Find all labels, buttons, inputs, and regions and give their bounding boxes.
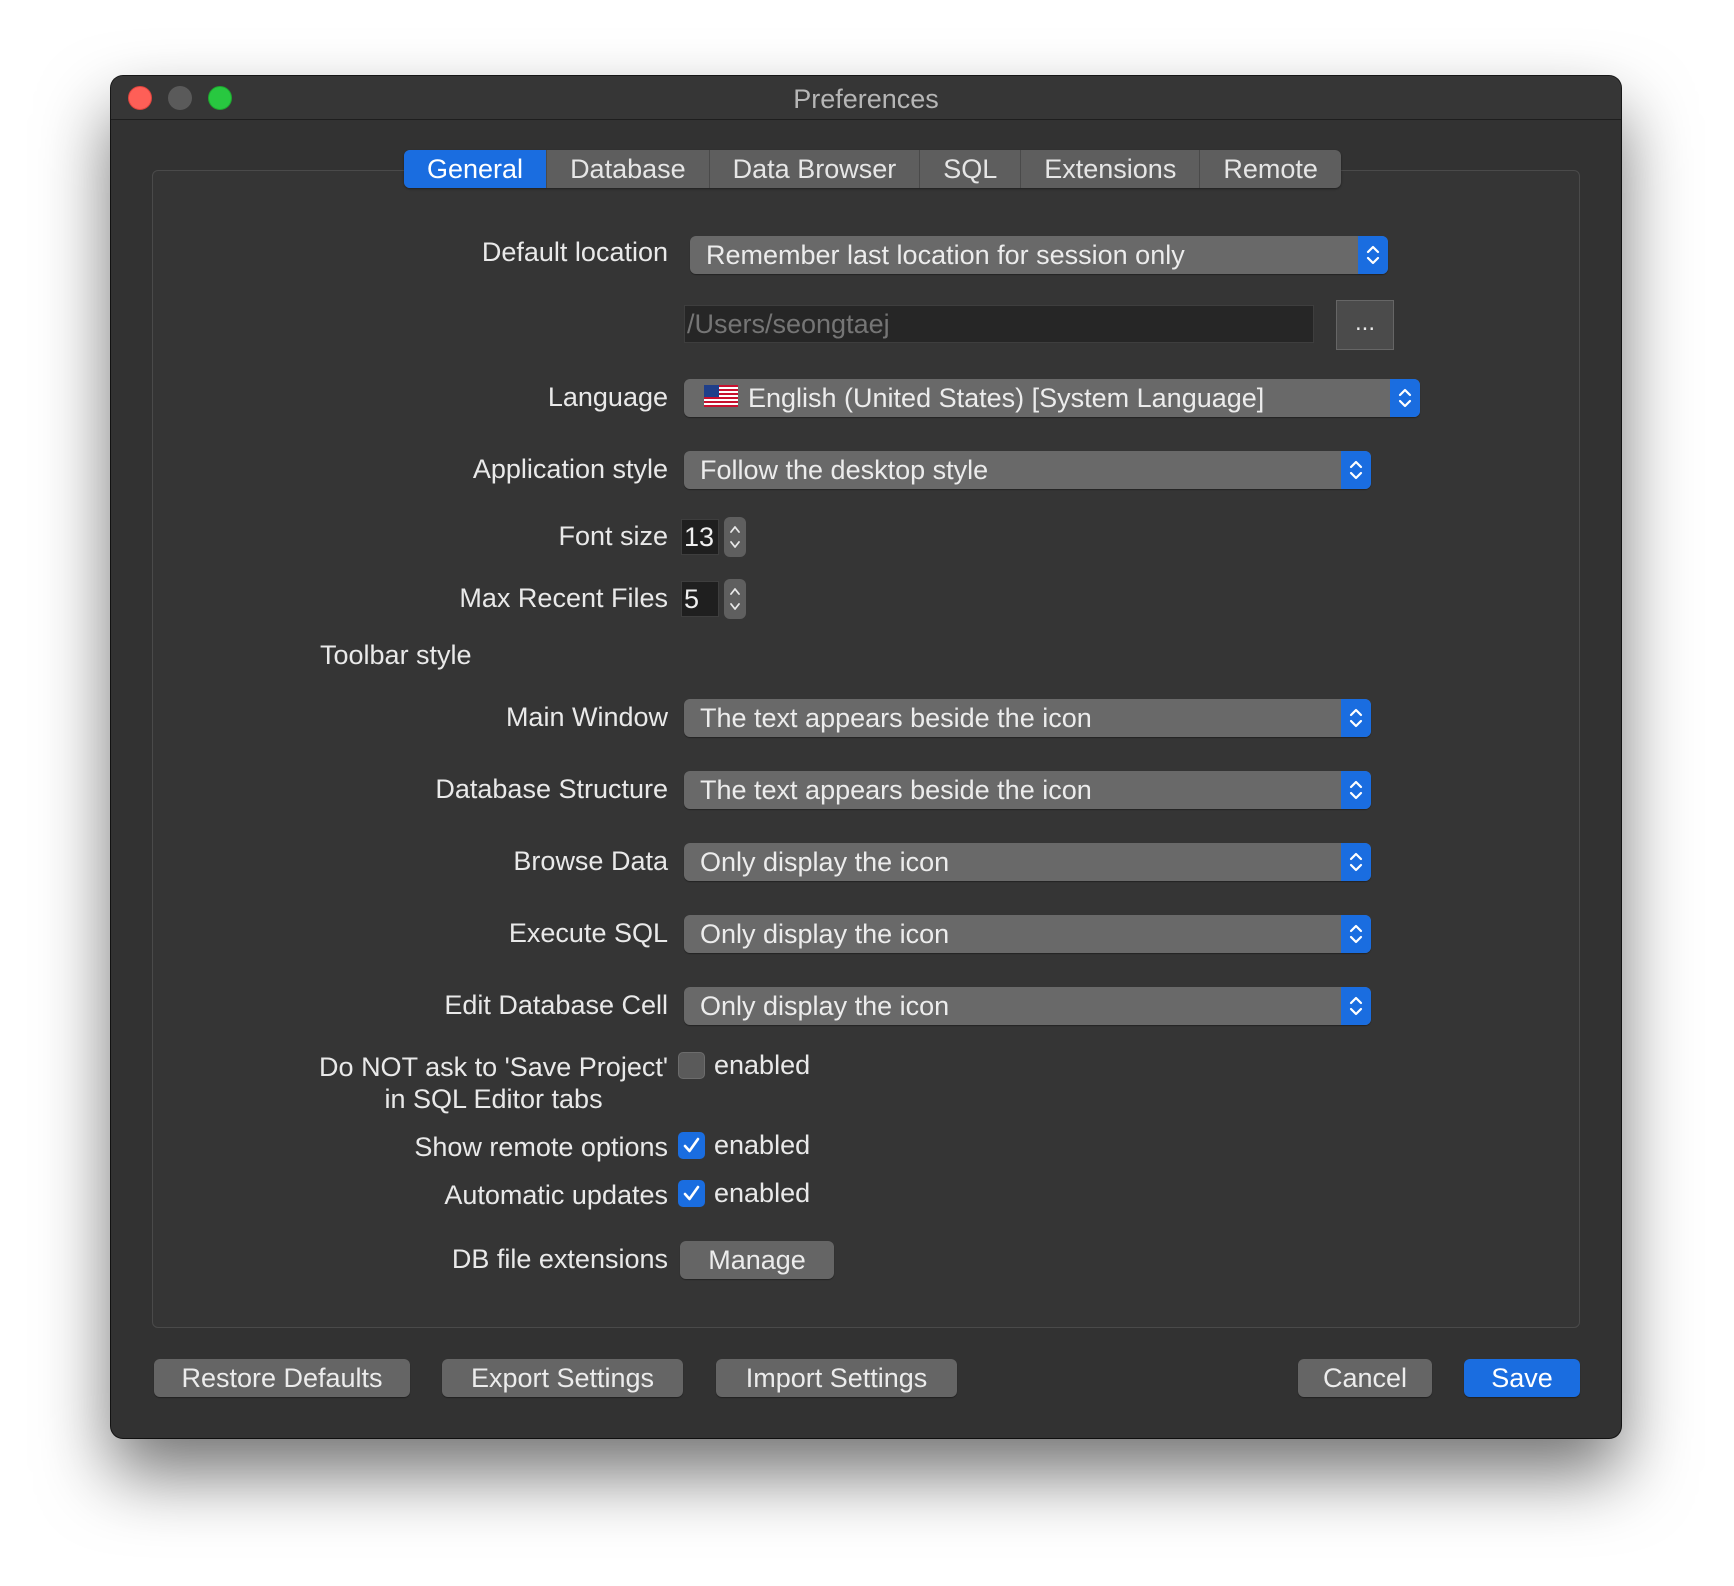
- edit-cell-toolbar-value: Only display the icon: [700, 991, 950, 1021]
- main-window-label: Main Window: [505, 702, 668, 732]
- font-size-field[interactable]: 13: [681, 519, 719, 555]
- location-path-input[interactable]: [684, 305, 1314, 343]
- tab-remote[interactable]: Remote: [1200, 150, 1341, 188]
- remote-options-checkbox[interactable]: [678, 1132, 705, 1159]
- browse-data-label: Browse Data: [513, 846, 668, 876]
- db-structure-toolbar-value: The text appears beside the icon: [700, 775, 1092, 805]
- browse-data-toolbar-value: Only display the icon: [700, 847, 950, 877]
- auto-updates-label: Automatic updates: [444, 1180, 668, 1210]
- db-ext-label: DB file extensions: [451, 1244, 668, 1274]
- checkmark-icon: [683, 1137, 700, 1153]
- edit-cell-toolbar-select[interactable]: Only display the icon: [684, 987, 1371, 1025]
- remote-options-label: Show remote options: [414, 1132, 668, 1162]
- no-ask-save-text: enabled: [714, 1050, 811, 1080]
- edit-cell-label: Edit Database Cell: [444, 990, 668, 1020]
- db-structure-label: Database Structure: [435, 774, 668, 804]
- font-size-label: Font size: [558, 521, 668, 551]
- remote-options-text: enabled: [714, 1130, 811, 1160]
- default-location-value: Remember last location for session only: [706, 240, 1185, 270]
- browse-data-toolbar-select[interactable]: Only display the icon: [684, 843, 1371, 881]
- tab-bar: General Database Data Browser SQL Extens…: [404, 150, 1341, 188]
- select-arrows-icon: [1341, 987, 1371, 1025]
- checkmark-icon: [683, 1185, 700, 1201]
- preferences-window: Preferences General Database Data Browse…: [111, 76, 1621, 1438]
- save-button[interactable]: Save: [1464, 1359, 1580, 1397]
- select-arrows-icon: [1341, 451, 1371, 489]
- main-window-toolbar-select[interactable]: The text appears beside the icon: [684, 699, 1371, 737]
- cancel-button[interactable]: Cancel: [1298, 1359, 1432, 1397]
- no-ask-save-checkbox[interactable]: [678, 1052, 705, 1079]
- auto-updates-text: enabled: [714, 1178, 811, 1208]
- select-arrows-icon: [1358, 236, 1388, 274]
- restore-defaults-button[interactable]: Restore Defaults: [154, 1359, 410, 1397]
- execute-sql-toolbar-select[interactable]: Only display the icon: [684, 915, 1371, 953]
- import-settings-button[interactable]: Import Settings: [716, 1359, 957, 1397]
- no-ask-save-label: Do NOT ask to 'Save Project' in SQL Edit…: [319, 1051, 668, 1115]
- db-structure-toolbar-select[interactable]: The text appears beside the icon: [684, 771, 1371, 809]
- select-arrows-icon: [1341, 915, 1371, 953]
- language-value: English (United States) [System Language…: [748, 383, 1265, 413]
- execute-sql-label: Execute SQL: [508, 918, 668, 948]
- select-arrows-icon: [1341, 771, 1371, 809]
- max-recent-label: Max Recent Files: [459, 583, 668, 613]
- title-bar: Preferences: [111, 76, 1621, 120]
- default-location-select[interactable]: Remember last location for session only: [690, 236, 1388, 274]
- language-select[interactable]: English (United States) [System Language…: [684, 379, 1420, 417]
- no-ask-save-label-line1: Do NOT ask to 'Save Project': [319, 1052, 668, 1082]
- max-recent-field[interactable]: 5: [681, 581, 719, 617]
- select-arrows-icon: [1390, 379, 1420, 417]
- export-settings-button[interactable]: Export Settings: [442, 1359, 683, 1397]
- manage-extensions-button[interactable]: Manage: [680, 1241, 834, 1279]
- max-recent-stepper[interactable]: [724, 579, 746, 619]
- tab-extensions[interactable]: Extensions: [1021, 150, 1201, 188]
- select-arrows-icon: [1341, 699, 1371, 737]
- font-size-stepper[interactable]: [724, 517, 746, 557]
- toolbar-style-heading: Toolbar style: [320, 640, 472, 670]
- language-label: Language: [547, 382, 668, 412]
- no-ask-save-label-line2: in SQL Editor tabs: [384, 1084, 603, 1114]
- tab-general[interactable]: General: [404, 150, 548, 188]
- browse-location-button[interactable]: ...: [1336, 300, 1394, 350]
- tab-sql[interactable]: SQL: [920, 150, 1022, 188]
- app-style-select[interactable]: Follow the desktop style: [684, 451, 1371, 489]
- main-window-toolbar-value: The text appears beside the icon: [700, 703, 1092, 733]
- select-arrows-icon: [1341, 843, 1371, 881]
- tab-data-browser[interactable]: Data Browser: [710, 150, 921, 188]
- app-style-value: Follow the desktop style: [700, 455, 989, 485]
- tab-database[interactable]: Database: [547, 150, 710, 188]
- app-style-label: Application style: [472, 454, 668, 484]
- auto-updates-checkbox[interactable]: [678, 1180, 705, 1207]
- default-location-label: Default location: [481, 237, 668, 267]
- us-flag-icon: [704, 379, 738, 417]
- execute-sql-toolbar-value: Only display the icon: [700, 919, 950, 949]
- window-title: Preferences: [793, 84, 939, 114]
